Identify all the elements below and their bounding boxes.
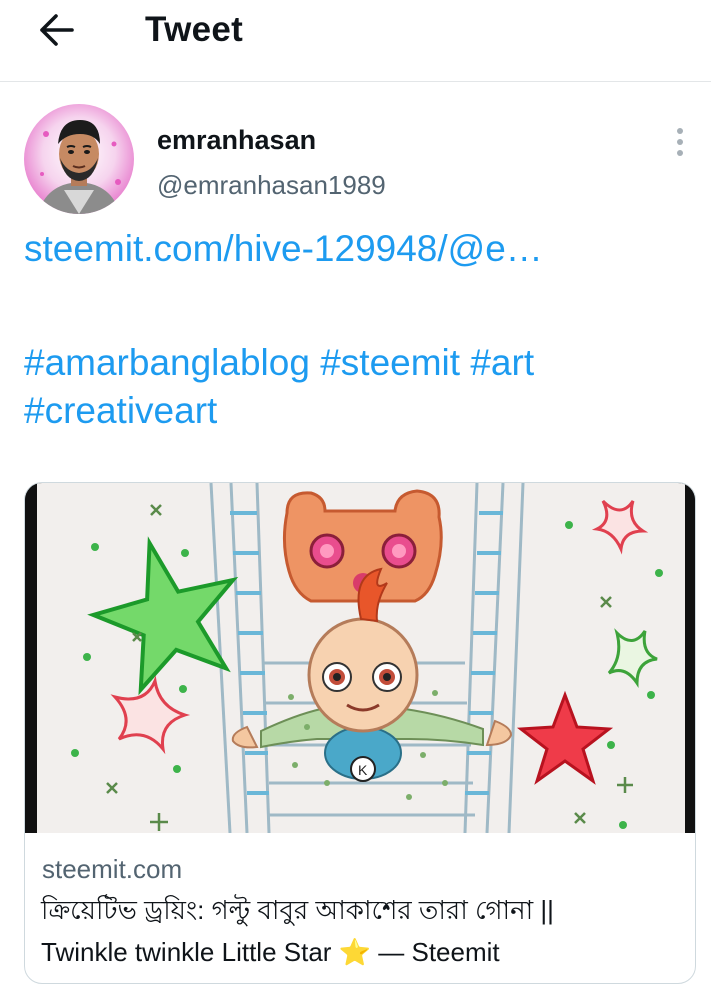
card-image: K	[25, 483, 695, 834]
more-options-button[interactable]	[664, 124, 696, 160]
hashtag-link[interactable]: #art	[470, 342, 534, 383]
hashtag-link[interactable]: #amarbanglablog	[24, 342, 310, 383]
hashtag-link[interactable]: #creativeart	[24, 390, 217, 431]
top-bar: Tweet	[0, 0, 711, 82]
card-title: Twinkle twinkle Little Star ⭐ — Steemit	[41, 937, 500, 967]
card-domain: steemit.com	[42, 854, 183, 884]
link-preview-card[interactable]: K steemit.com ক্রিয়েটিভ ড্রয়িং: গল্টু …	[24, 482, 696, 984]
hashtag-link[interactable]: #steemit	[320, 342, 460, 383]
display-name[interactable]: emranhasan	[157, 124, 316, 156]
tweet-hashtags: #amarbanglablog #steemit #art #creativea…	[24, 339, 684, 435]
more-vertical-icon	[677, 128, 683, 134]
avatar[interactable]	[24, 104, 134, 214]
page-title: Tweet	[145, 10, 244, 49]
svg-text:K: K	[358, 762, 368, 778]
arrow-left-icon	[40, 14, 74, 46]
back-button[interactable]	[30, 8, 82, 52]
user-handle[interactable]: @emranhasan1989	[157, 169, 386, 201]
card-title: ক্রিয়েটিভ ড্রয়িং: গল্টু বাবুর আকাশের ত…	[41, 895, 554, 925]
tweet-link[interactable]: steemit.com/hive-129948/@e…	[24, 226, 543, 272]
